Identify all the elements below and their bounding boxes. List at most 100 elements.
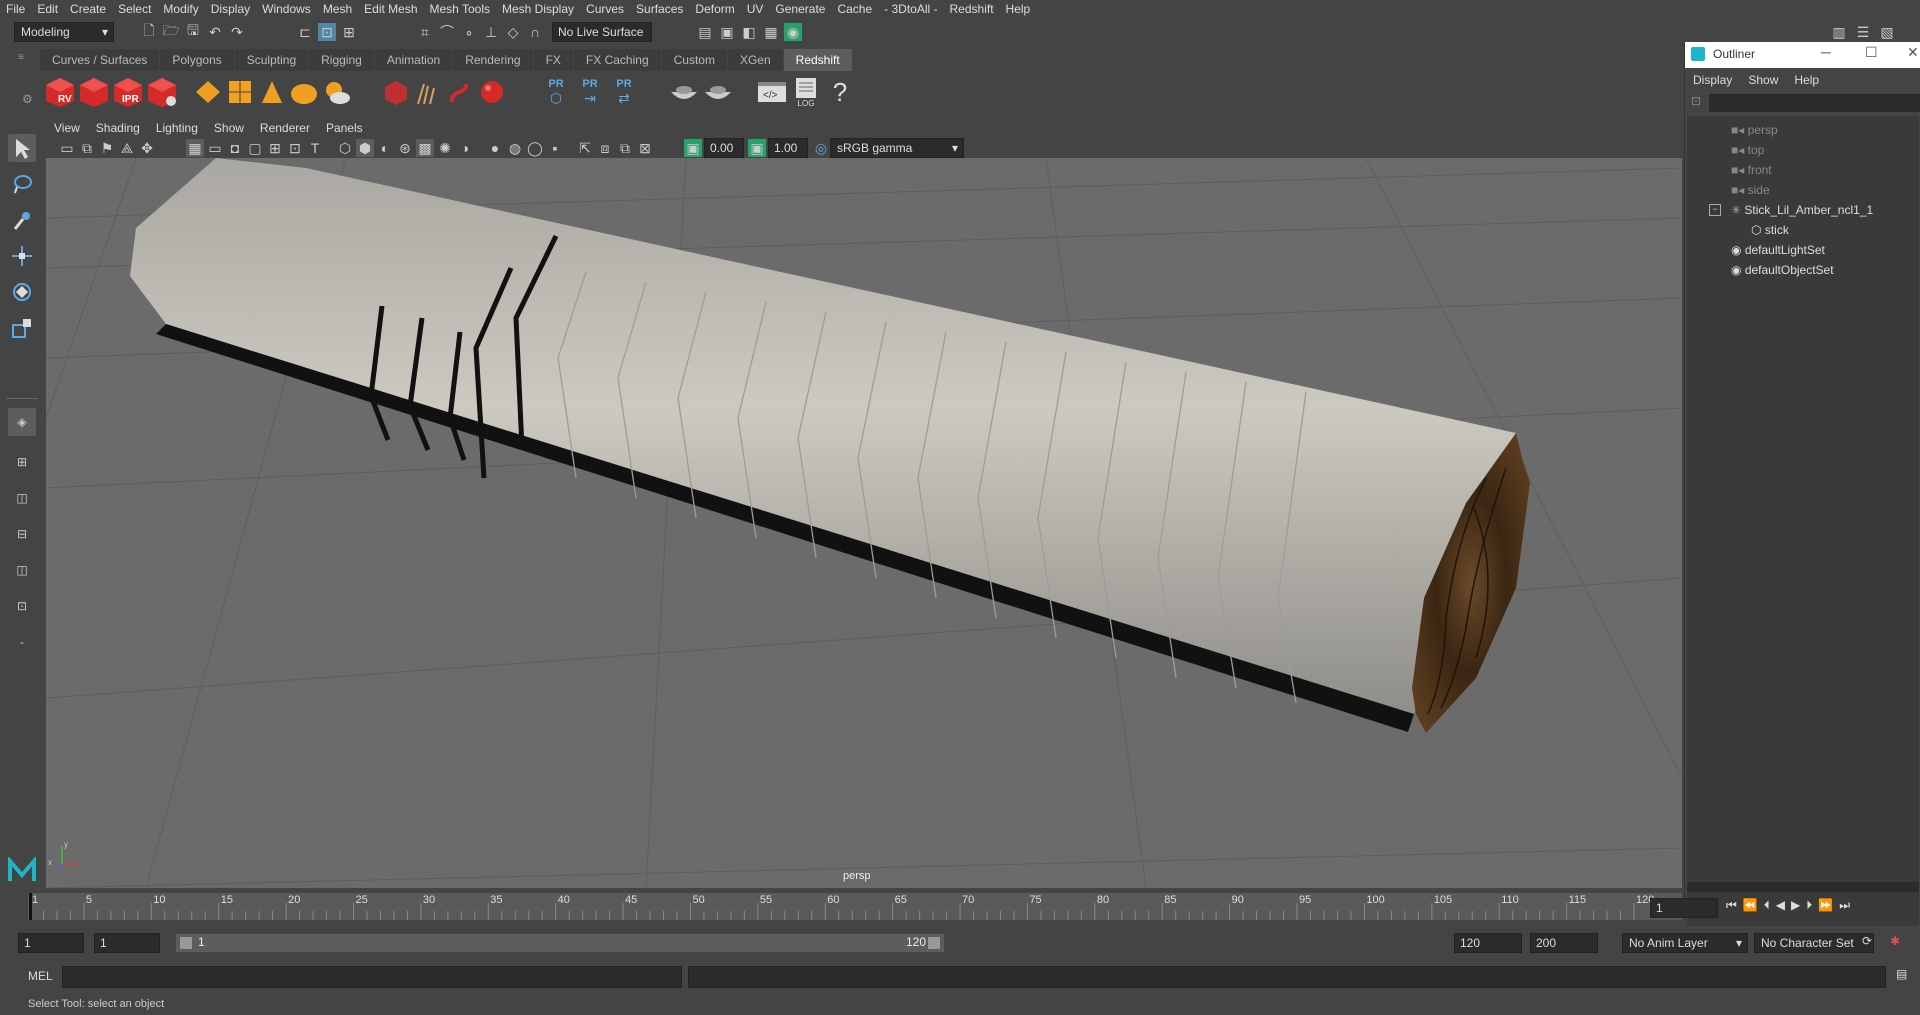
ipr-render-icon[interactable]: ◧ [740,23,758,41]
menu-file[interactable]: File [0,0,31,19]
snap-curve-icon[interactable]: ⌒ [438,23,456,41]
image-plane-icon[interactable]: ⟁ [118,139,136,157]
tab-sculpting[interactable]: Sculpting [234,49,309,71]
lasso-tool-button[interactable] [8,170,36,198]
xray-icon[interactable]: ⧈ [596,139,614,157]
rs-ies-light-button[interactable] [256,76,288,108]
mode-selector[interactable]: Modeling ▾ [14,22,114,42]
play-forward-icon[interactable]: ▶ [1791,898,1800,913]
xray-components-icon[interactable]: ⊠ [636,139,654,157]
anim-start-field[interactable]: 1 [18,933,84,953]
wireframe-on-shaded-icon[interactable]: ⊛ [396,139,414,157]
outliner-menu-show[interactable]: Show [1740,70,1786,90]
select-hierarchy-icon[interactable]: ⊏ [296,23,314,41]
isolate-select-icon[interactable]: ⇱ [576,139,594,157]
outliner-menu-display[interactable]: Display [1685,70,1740,90]
menu-display[interactable]: Display [205,0,256,19]
tab-rigging[interactable]: Rigging [309,49,374,71]
outliner-item-persp[interactable]: ■◂ persp [1731,120,1778,140]
play-backward-icon[interactable]: ◀ [1776,898,1785,913]
render-view-icon[interactable]: ▦ [762,23,780,41]
tab-fx[interactable]: FX [533,49,573,71]
rs-material-button-2[interactable] [702,76,734,108]
anim-layer-dropdown[interactable]: No Anim Layer ▾ [1622,933,1748,953]
shadows-icon[interactable]: ◑ [456,139,474,157]
minimize-icon[interactable]: ─ [1821,44,1831,60]
shelf-gear-icon[interactable]: ⚙ [22,92,33,106]
select-object-icon[interactable]: ⊡ [318,23,336,41]
outliner-item-stick[interactable]: ⬡ stick [1751,220,1789,240]
rs-log-button[interactable]: LOG [790,76,822,108]
menu-redshift[interactable]: Redshift [944,0,1000,19]
use-all-lights-icon[interactable]: ✺ [436,139,454,157]
tab-polygons[interactable]: Polygons [160,49,234,71]
bookmark-icon[interactable]: ⚑ [98,139,116,157]
open-scene-icon[interactable]: 🗁 [162,22,180,41]
menu-edit-mesh[interactable]: Edit Mesh [358,0,423,19]
rs-hair-button[interactable] [412,76,444,108]
menu-mesh-display[interactable]: Mesh Display [496,0,580,19]
auto-key-icon[interactable]: ⟳ [1862,934,1872,948]
channel-box-icon[interactable]: ☰ [1854,23,1872,41]
rs-area-light-button[interactable] [192,76,224,108]
field-chart-icon[interactable]: ⊞ [266,139,284,157]
side-by-side-layout-button[interactable]: ◫ [8,484,36,512]
rs-script-editor-button[interactable]: </> [756,76,788,108]
command-input[interactable] [62,966,682,988]
rs-proxy-button[interactable] [380,76,412,108]
range-slider[interactable]: 1 120 [176,934,944,952]
close-icon[interactable]: ✕ [1907,44,1919,61]
menu-modify[interactable]: Modify [157,0,204,19]
render-settings-icon[interactable]: ▤ [696,23,714,41]
outliner-item-side[interactable]: ■◂ side [1731,180,1770,200]
vp-menu-shading[interactable]: Shading [88,118,148,138]
tab-animation[interactable]: Animation [374,49,453,71]
hypershade-icon[interactable]: ◉ [784,23,802,41]
step-back-frame-icon[interactable]: ⏴ [1764,898,1770,913]
playback-end-field[interactable]: 120 [1454,933,1522,953]
rs-render-button[interactable] [78,76,110,108]
menu-windows[interactable]: Windows [256,0,317,19]
outliner-item-front[interactable]: ■◂ front [1731,160,1772,180]
grid-toggle-icon[interactable]: ▦ [186,139,204,157]
default-material-icon[interactable]: ◐ [376,139,394,157]
menu-mesh-tools[interactable]: Mesh Tools [424,0,496,19]
color-management-icon[interactable]: ◎ [812,139,830,157]
step-forward-frame-icon[interactable]: ⏵ [1806,898,1812,913]
anim-prefs-icon[interactable]: ✱ [1890,934,1900,948]
maya-logo-button[interactable] [8,856,36,884]
vp-menu-lighting[interactable]: Lighting [148,118,206,138]
anti-aliasing-icon[interactable]: ◯ [526,139,544,157]
rs-pr-button-3[interactable]: PR ⇄ [608,76,640,108]
xray-joints-icon[interactable]: ⧉ [616,139,634,157]
depth-of-field-icon[interactable]: ▪ [546,139,564,157]
rs-pr-button-2[interactable]: PR ⇥ [574,76,606,108]
character-set-dropdown[interactable]: No Character Set [1754,933,1874,953]
single-view-layout-button[interactable]: ◈ [8,408,36,436]
step-back-key-icon[interactable]: ⏪ [1743,898,1758,913]
menu-cache[interactable]: Cache [831,0,878,19]
hypershade-layout-button[interactable]: ⊡ [8,592,36,620]
menu-create[interactable]: Create [64,0,112,19]
viewport-persp[interactable]: persp x y [46,158,1682,888]
vp-menu-renderer[interactable]: Renderer [252,118,318,138]
command-language-label[interactable]: MEL [28,969,53,983]
motion-blur-icon[interactable]: ◍ [506,139,524,157]
smooth-shade-icon[interactable]: ⬢ [356,139,374,157]
tab-xgen[interactable]: XGen [727,49,783,71]
tab-curves-surfaces[interactable]: Curves / Surfaces [40,49,160,71]
rs-portal-light-button[interactable] [224,76,256,108]
range-start-handle[interactable] [180,937,192,949]
persp-graph-layout-button[interactable]: ◫ [8,556,36,584]
redo-icon[interactable]: ↷ [228,23,246,41]
menu-edit[interactable]: Edit [31,0,64,19]
attribute-editor-icon[interactable]: ▧ [1878,23,1896,41]
filter-icon[interactable]: ⊡ [1691,94,1701,108]
range-end-handle[interactable] [928,937,940,949]
safe-title-icon[interactable]: T [306,139,324,157]
magnet-icon[interactable]: ∩ [526,23,544,41]
rotate-tool-button[interactable] [8,278,36,306]
save-scene-icon[interactable]: 🖫 [184,22,202,41]
rs-curve-button[interactable] [444,76,476,108]
menu-generate[interactable]: Generate [769,0,831,19]
